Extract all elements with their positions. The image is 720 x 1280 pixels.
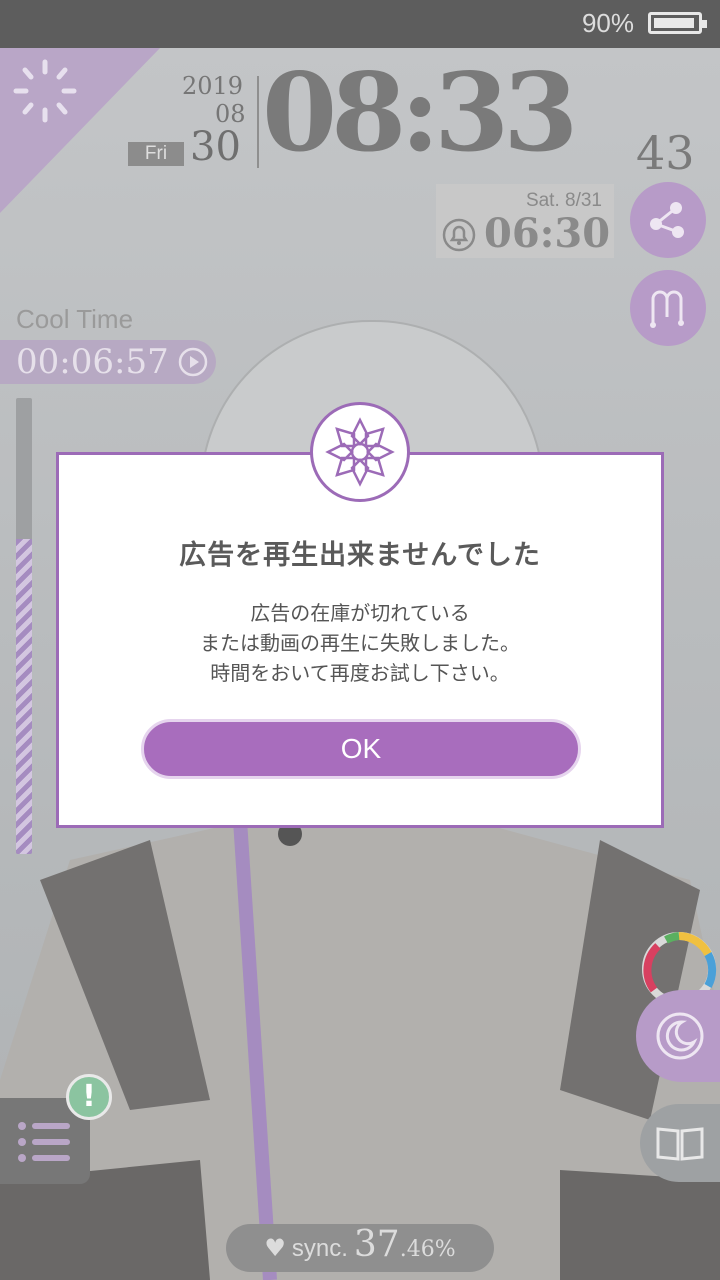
- gauge-fill: [16, 539, 32, 854]
- dialog-message-line: 時間をおいて再度お試し下さい。: [210, 661, 510, 685]
- dialog-message-line: 広告の在庫が切れている: [250, 601, 470, 625]
- clock-time: 08:33: [262, 50, 578, 176]
- weekday-badge: Fri: [128, 142, 184, 166]
- sync-value-decimal: .46%: [399, 1237, 456, 1262]
- ok-button[interactable]: OK: [141, 719, 581, 779]
- share-button[interactable]: [630, 182, 706, 258]
- sync-indicator: ♥ sync. 37 .46%: [226, 1224, 494, 1272]
- status-bar: 90%: [0, 0, 720, 48]
- alarm-time: 06:30: [484, 210, 611, 257]
- map-mode-button[interactable]: [630, 270, 706, 346]
- error-dialog: 広告を再生出来ませんでした 広告の在庫が切れている または動画の再生に失敗しまし…: [56, 452, 664, 828]
- alarm-widget[interactable]: Sat. 8/31 06:30: [436, 184, 614, 258]
- date-year: 2019: [182, 72, 244, 100]
- battery-icon: [648, 12, 707, 34]
- battery-percent: 90%: [581, 8, 634, 38]
- sync-label: sync.: [291, 1235, 348, 1262]
- cool-time-value: 00:06:57: [16, 342, 169, 382]
- dialog-message-line: または動画の再生に失敗しました。: [200, 631, 520, 655]
- alarm-date: Sat. 8/31: [525, 190, 602, 211]
- sync-value-integer: 37: [353, 1224, 400, 1265]
- cool-time-gauge: [16, 398, 32, 854]
- date-day: 30: [190, 124, 241, 170]
- book-button[interactable]: [640, 1104, 720, 1182]
- dialog-title: 広告を再生出来ませんでした: [179, 540, 541, 571]
- bell-icon: [442, 218, 476, 252]
- play-icon: [178, 347, 208, 377]
- loading-spinner-icon: [13, 59, 77, 123]
- clock-divider: [257, 76, 259, 168]
- character-body: [0, 820, 720, 1280]
- moon-icon: [656, 1012, 704, 1060]
- heart-icon: ♥: [264, 1234, 286, 1262]
- map-mode-icon: [650, 290, 684, 328]
- book-icon: [656, 1127, 704, 1161]
- lotus-emblem-icon: [325, 417, 395, 487]
- lotus-emblem-icon: [310, 402, 410, 502]
- cool-time-label: Cool Time: [16, 304, 134, 334]
- share-icon: [650, 202, 684, 238]
- cool-time-pill[interactable]: 00:06:57: [0, 340, 216, 384]
- clock-seconds: 43: [636, 126, 695, 180]
- alert-badge: !: [66, 1074, 112, 1120]
- sleep-mode-button[interactable]: [636, 990, 720, 1082]
